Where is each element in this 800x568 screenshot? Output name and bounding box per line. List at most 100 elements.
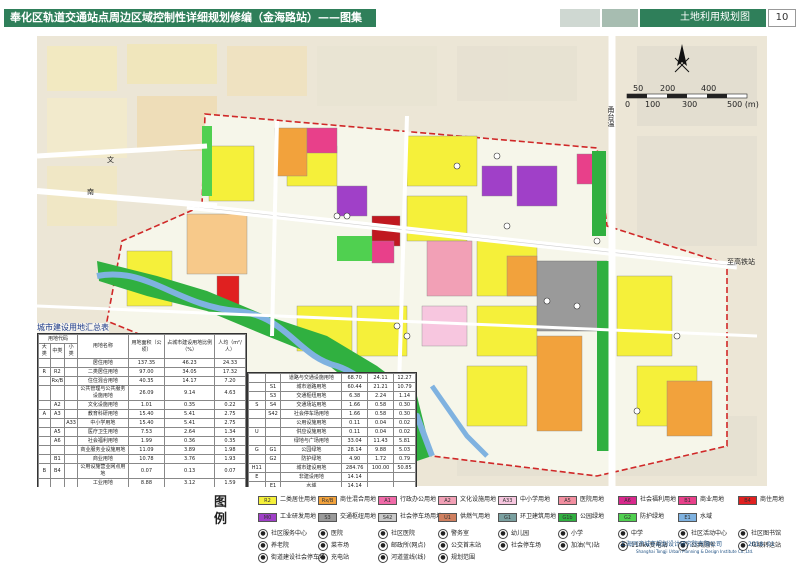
table-row: B B4 公用设施营业网点用地 0.07 0.13 0.07 [38, 463, 247, 479]
parcel-culture [426, 240, 473, 297]
legend-icon-item: ● 医院 [318, 528, 343, 540]
table-cell: 中小学用地 [77, 418, 129, 428]
legend-label: 社区活动中心 [691, 530, 728, 537]
facility-icon: ● [498, 529, 508, 539]
legend-label: 文化设施用地 [460, 496, 497, 503]
table-cell: 97.00 [127, 367, 166, 377]
table-cell: 5.41 [164, 409, 215, 419]
table-cell: 文化设施用地 [77, 400, 129, 410]
legend-label: 养老院 [271, 542, 290, 549]
scale-label: 300 [682, 100, 698, 109]
table-cell: 5.81 [393, 436, 416, 446]
table-row: 道路与交通设施用地 68.70 24.11 12.27 [248, 373, 416, 383]
table-cell: 100.00 [367, 463, 395, 473]
facility-icon: ● [378, 553, 388, 563]
table-cell [38, 385, 51, 401]
table-cell: 12.27 [393, 373, 416, 383]
table-row: E 非建设用地 14.14 [248, 472, 416, 482]
legend-icon-item: ● 河道蓝线(线) [378, 552, 426, 564]
table-cell: 0.02 [393, 427, 416, 437]
table-cell: 15.40 [127, 409, 166, 419]
table-row: A6 社会福利用地 1.99 0.36 0.35 [38, 436, 247, 446]
legend-icon-item: ● 社区医院 [378, 528, 415, 540]
table-header-cell: 小类 [64, 343, 79, 359]
legend-label: 工业研发用地 [280, 513, 317, 520]
stats-table-title: 城市建设用地汇总表 [37, 323, 109, 333]
legend-icon-item: ● 公交首末站 [438, 540, 481, 552]
table-cell: 28.14 [341, 445, 369, 455]
table-cell: 3.76 [164, 454, 215, 464]
table-cell [49, 358, 66, 368]
table-cell: A33 [64, 418, 79, 428]
legend-label: 社区服务中心 [271, 530, 308, 537]
legend-swatch: B4 [738, 495, 757, 505]
parcel-school [421, 305, 468, 347]
legend-label: 邮政所(网点) [391, 542, 426, 549]
table-cell: 0.30 [393, 409, 416, 419]
table-cell: 二类居住用地 [77, 367, 129, 377]
table-cell: B4 [49, 463, 66, 479]
organization-name-en: Shanghai Tongji Urban Planning & Design … [636, 549, 754, 554]
sheet-title: 土地利用规划图 [680, 12, 750, 23]
table-cell: E [248, 472, 266, 482]
table-cell [248, 436, 266, 446]
legend-label: 菜市场 [331, 542, 350, 549]
table-cell: S42 [264, 409, 282, 419]
table-cell: G [248, 445, 266, 455]
table-cell: 4.63 [213, 385, 247, 401]
table-cell: Rx/B [49, 376, 66, 386]
legend-item: A2 文化设施用地 [438, 494, 496, 506]
table-cell [38, 400, 51, 410]
table-cell [49, 418, 66, 428]
table-cell [64, 463, 79, 479]
legend-item: E1 水域 [678, 511, 712, 523]
legend-label: 社区图书馆 [751, 530, 782, 537]
legend-label: 社会停车场用地 [400, 513, 443, 520]
table-cell [38, 436, 51, 446]
table-cell: 1.66 [341, 400, 369, 410]
legend-icon-item: ● 社区活动中心 [678, 528, 727, 540]
legend-item: R2 二类居住用地 [258, 494, 316, 506]
table-header-cell: 中类 [49, 343, 66, 359]
table-row: B1 商业用地 10.78 3.76 1.93 [38, 454, 247, 464]
table-cell [64, 385, 79, 401]
parcel-residential [466, 365, 528, 427]
legend-label: 商业用地 [700, 496, 725, 503]
table-cell: 34.05 [164, 367, 215, 377]
table-row: 绿地与广场用地 33.04 11.43 5.81 [248, 436, 416, 446]
legend-label: 中学 [631, 530, 644, 537]
station-label: 至高铁站 [727, 258, 755, 266]
table-cell: 11.43 [367, 436, 395, 446]
table-cell: 供应设施用地 [280, 427, 343, 437]
table-cell: 7.20 [213, 376, 247, 386]
table-cell: 0.04 [367, 427, 395, 437]
table-cell: A3 [49, 409, 66, 419]
facility-icon: ● [258, 529, 268, 539]
facility-icon: ● [378, 541, 388, 551]
table-cell [248, 382, 266, 392]
table-cell [393, 472, 416, 482]
legend-item: A5 医院用地 [558, 494, 604, 506]
table-cell: 公用设施营业网点用地 [77, 463, 129, 479]
table-cell: 17.32 [213, 367, 247, 377]
table-cell [64, 376, 79, 386]
table-row: S S4 交通场站用地 1.66 0.58 0.30 [248, 400, 416, 410]
table-cell: 1.99 [127, 436, 166, 446]
table-cell: 0.02 [393, 418, 416, 428]
table-row: A5 医疗卫生用地 7.53 2.64 1.34 [38, 427, 247, 437]
table-cell: G2 [264, 454, 282, 464]
land-stats-table-continued: 道路与交通设施用地 68.70 24.11 12.27 S1 城市道路用地 60.44 21.… [247, 372, 417, 501]
table-cell: 46.23 [164, 358, 215, 368]
table-cell: 城市道路用地 [280, 382, 343, 392]
page-number: 10 [768, 9, 796, 27]
legend-swatch: A33 [498, 495, 517, 505]
table-cell [64, 358, 79, 368]
scale-label: 50 [633, 84, 644, 93]
legend-icon-item: ● 社区图书馆 [738, 528, 781, 540]
legend-swatch: U1 [438, 512, 457, 522]
legend-label: 社区医院 [391, 530, 416, 537]
legend-label: 中小学用地 [520, 496, 551, 503]
legend-label: 水域 [700, 513, 713, 520]
legend-swatch: B1 [678, 495, 697, 505]
road-label: 甬台温 [607, 106, 615, 127]
